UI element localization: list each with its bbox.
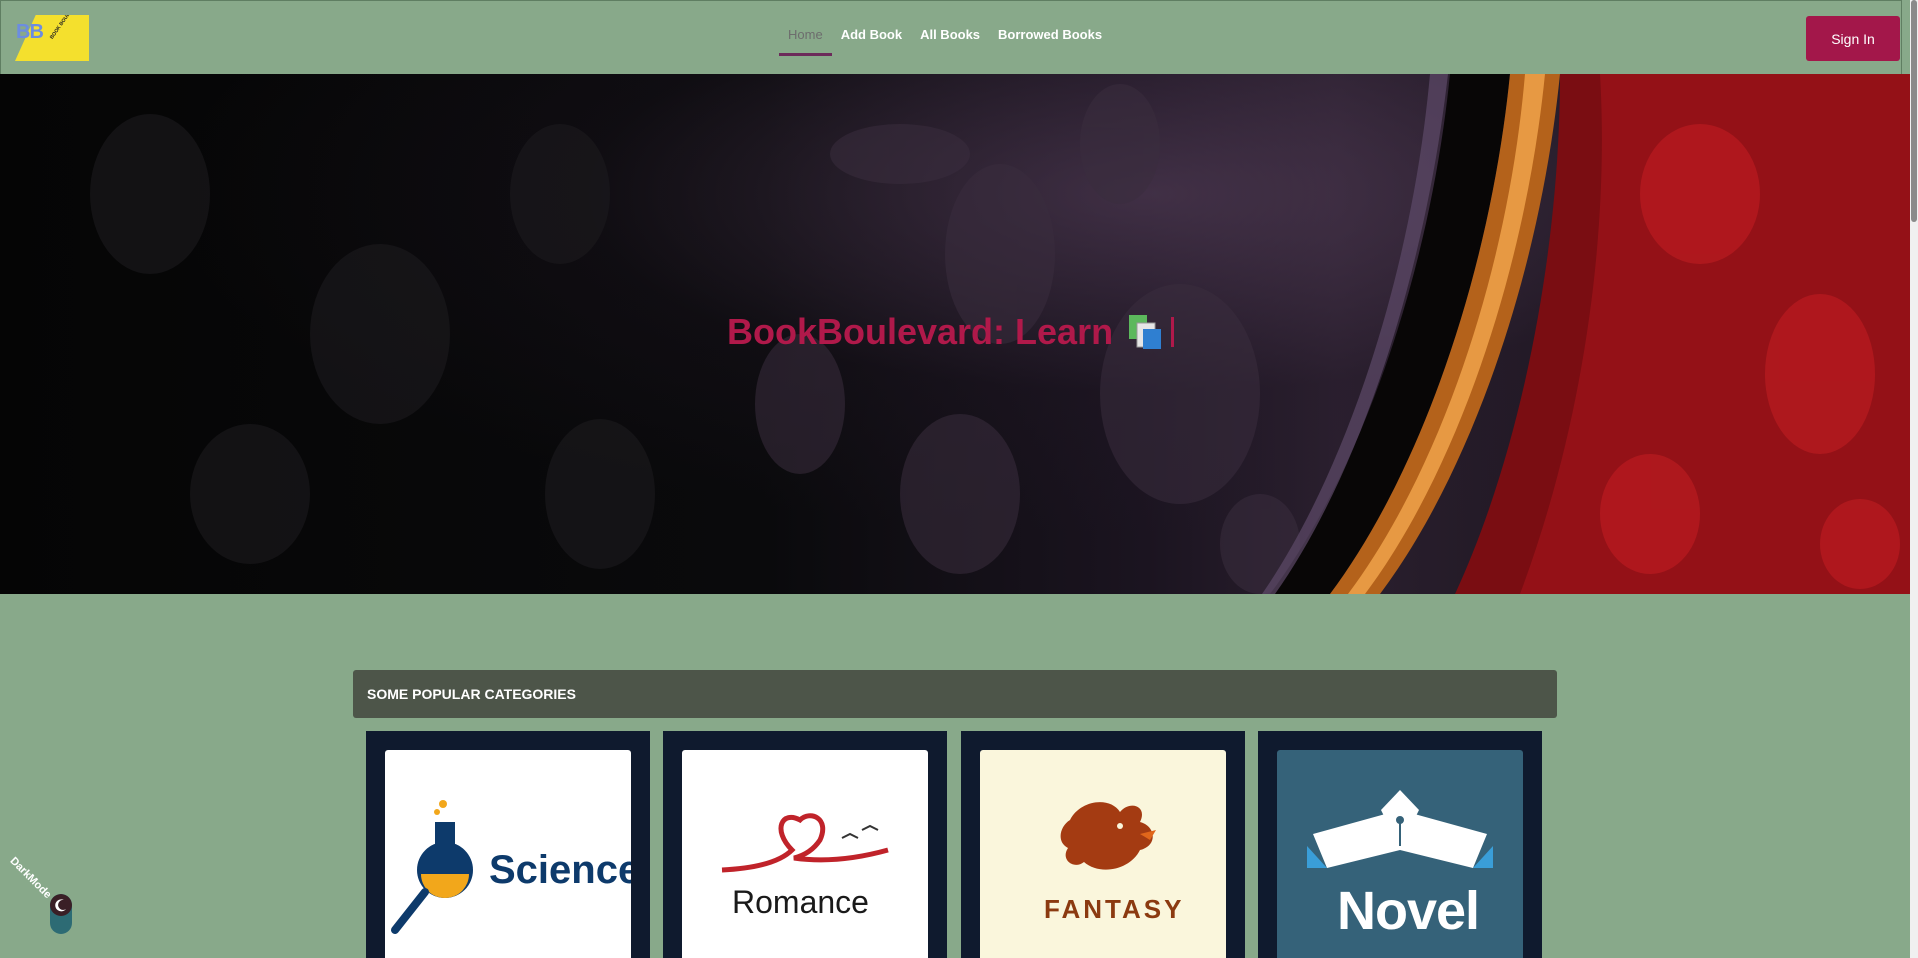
category-card-science[interactable]: Science xyxy=(366,731,650,958)
nav-link-all-books[interactable]: All Books xyxy=(911,27,989,55)
hero-title-text: BookBoulevard: Learn xyxy=(727,311,1114,352)
category-label-romance: Romance xyxy=(732,884,869,920)
moon-icon xyxy=(50,894,72,916)
category-image-romance: Romance xyxy=(682,750,928,958)
category-image-science: Science xyxy=(385,750,631,958)
category-label-novel: Novel xyxy=(1337,881,1480,941)
scrollbar-thumb[interactable] xyxy=(1911,0,1917,222)
category-card-novel[interactable]: Novel xyxy=(1258,731,1542,958)
categories-header: SOME POPULAR CATEGORIES xyxy=(353,670,1557,718)
sign-in-button[interactable]: Sign In xyxy=(1806,16,1900,61)
category-label-fantasy: FANTASY xyxy=(1044,894,1185,924)
books-icon xyxy=(1127,313,1165,351)
hero-banner: BookBoulevard: Learn xyxy=(0,74,1910,594)
main-nav: Home Add Book All Books Borrowed Books xyxy=(779,27,1111,56)
category-card-romance[interactable]: Romance xyxy=(663,731,947,958)
logo-text: BB xyxy=(16,21,44,43)
navbar: BB BOOK BOULEVARD Home Add Book All Book… xyxy=(0,0,1902,74)
brand-logo[interactable]: BB BOOK BOULEVARD xyxy=(15,15,89,61)
heart-ribbon-icon xyxy=(721,813,889,873)
darkmode-label: DarkMode xyxy=(7,855,54,902)
dragon-icon xyxy=(1060,802,1156,870)
nav-link-home[interactable]: Home xyxy=(779,27,832,56)
category-label-science: Science xyxy=(489,848,631,892)
category-card-fantasy[interactable]: FANTASY xyxy=(961,731,1245,958)
darkmode-toggle[interactable] xyxy=(50,894,72,934)
nav-link-borrowed-books[interactable]: Borrowed Books xyxy=(989,27,1111,55)
typing-cursor xyxy=(1171,317,1175,347)
page-scrollbar[interactable] xyxy=(1910,0,1918,958)
categories-header-text: SOME POPULAR CATEGORIES xyxy=(367,686,576,702)
category-image-novel: Novel xyxy=(1277,750,1523,958)
nav-link-add-book[interactable]: Add Book xyxy=(832,27,911,55)
hero-title: BookBoulevard: Learn xyxy=(727,311,1175,353)
category-image-fantasy: FANTASY xyxy=(980,750,1226,958)
